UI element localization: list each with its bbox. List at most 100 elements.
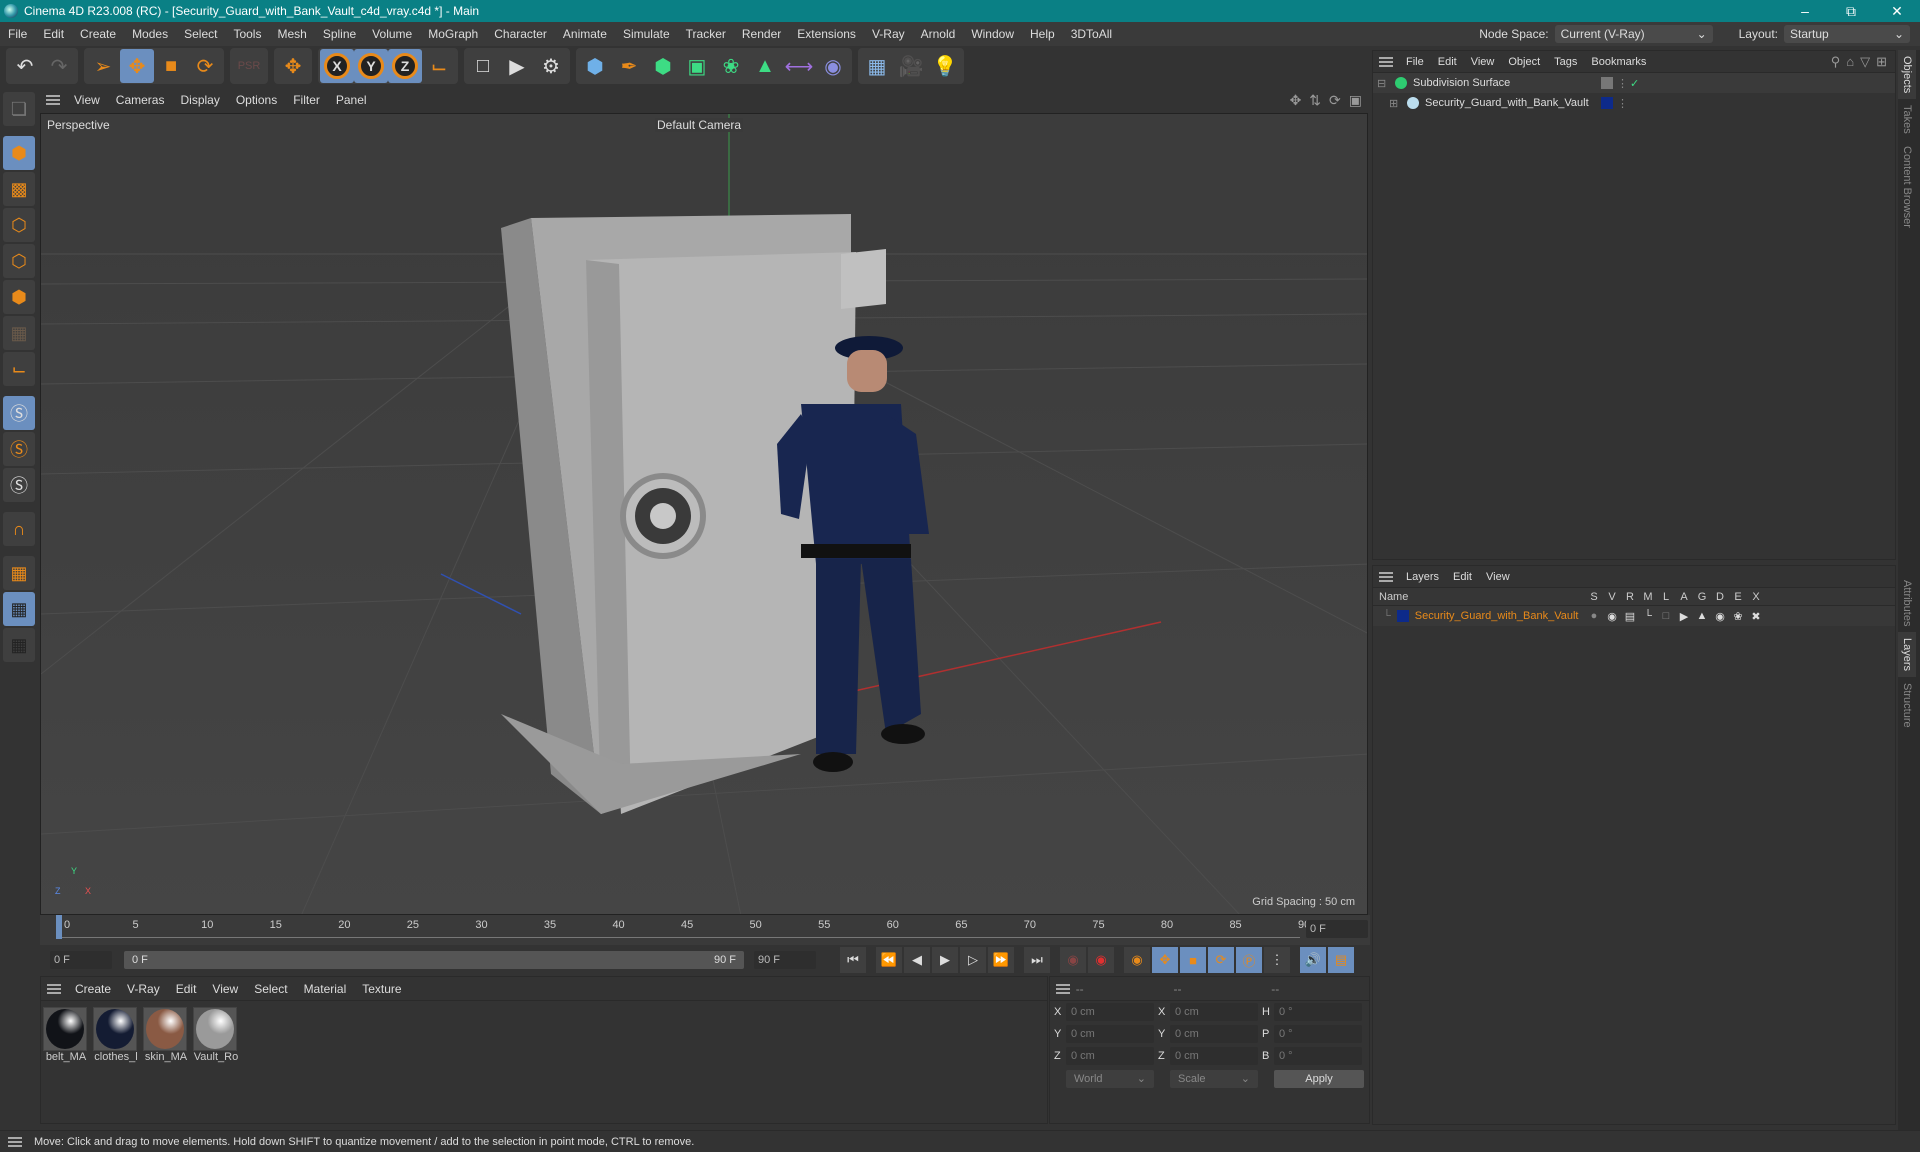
world-axis-icon[interactable]: ✥ (276, 49, 310, 83)
rotation-field[interactable]: 0 ° (1274, 1025, 1362, 1043)
select-tool-icon[interactable]: ➢ (86, 49, 120, 83)
size-field[interactable]: 0 cm (1170, 1047, 1258, 1065)
expression-icon[interactable]: ❀ (1729, 610, 1747, 623)
restore-button[interactable]: ⧉ (1828, 0, 1874, 22)
column-deformers[interactable]: D (1711, 591, 1729, 603)
psr-icon[interactable]: PSR (232, 49, 266, 83)
play-icon[interactable]: ▶ (932, 947, 958, 973)
material-menu-vray[interactable]: V-Ray (119, 982, 168, 996)
column-xref[interactable]: X (1747, 591, 1765, 603)
sound-icon[interactable]: 🔊 (1300, 947, 1326, 973)
menu-3dtoall[interactable]: 3DToAll (1063, 27, 1120, 41)
deformer-icon[interactable]: ◉ (1711, 610, 1729, 623)
visibility-dots-icon[interactable]: ⋮ (1617, 77, 1628, 90)
field-icon[interactable]: ◉ (816, 49, 850, 83)
visibility-dots-icon[interactable]: ⋮ (1617, 97, 1628, 110)
material-menu-create[interactable]: Create (67, 982, 119, 996)
uv-mode-icon[interactable]: ▦ (3, 316, 35, 350)
column-generators[interactable]: G (1693, 591, 1711, 603)
layer-name[interactable]: Security_Guard_with_Bank_Vault (1415, 610, 1579, 622)
tab-objects[interactable]: Objects (1898, 50, 1916, 100)
material-menu-material[interactable]: Material (296, 982, 355, 996)
render-view-icon[interactable]: □ (466, 49, 500, 83)
material-swatch[interactable]: Vault_Ro (193, 1007, 239, 1063)
object-row[interactable]: ⊞ Security_Guard_with_Bank_Vault ⋮ (1373, 93, 1895, 113)
end-frame-field[interactable]: 90 F (754, 951, 816, 969)
column-name[interactable]: Name (1373, 591, 1408, 603)
edges-mode-icon[interactable]: ⬡ (3, 244, 35, 278)
key-selection-icon[interactable]: ◉ (1124, 947, 1150, 973)
array-icon[interactable]: ▲ (748, 49, 782, 83)
extrude-icon[interactable]: ▣ (680, 49, 714, 83)
go-to-end-icon[interactable]: ⏭ (1024, 947, 1050, 973)
menu-mograph[interactable]: MoGraph (420, 27, 486, 41)
layer-row[interactable]: └ Security_Guard_with_Bank_Vault ● ◉ ▤ └… (1373, 606, 1895, 626)
camera-icon[interactable]: 🎥 (894, 49, 928, 83)
position-field[interactable]: 0 cm (1066, 1003, 1154, 1021)
tab-attributes[interactable]: Attributes (1898, 574, 1916, 632)
snap-icon[interactable]: Ⓢ (3, 396, 35, 430)
menu-simulate[interactable]: Simulate (615, 27, 678, 41)
filter-icon[interactable]: ▽ (1860, 54, 1870, 70)
menu-edit[interactable]: Edit (35, 27, 72, 41)
mograph-cloner-icon[interactable]: ❀ (714, 49, 748, 83)
menu-render[interactable]: Render (734, 27, 789, 41)
timeline-ruler[interactable]: 0 5 10 15 20 25 30 35 40 45 50 55 60 65 70 75 80 85 90 0 F (40, 915, 1370, 945)
rotation-field[interactable]: 0 ° (1274, 1047, 1362, 1065)
hamburger-icon[interactable] (47, 983, 61, 994)
material-swatch[interactable]: belt_MA (43, 1007, 89, 1063)
column-locked[interactable]: L (1657, 591, 1675, 603)
points-mode-icon[interactable]: ⬡ (3, 208, 35, 242)
workplane-icon[interactable]: ▦ (3, 556, 35, 590)
new-view-icon[interactable]: ⊞ (1876, 54, 1887, 70)
node-space-select[interactable]: Current (V-Ray) ⌄ (1554, 25, 1713, 43)
locked-workplane-icon[interactable]: ▦ (3, 592, 35, 626)
preview-range-slider[interactable]: 0 F 90 F (124, 951, 744, 969)
column-expressions[interactable]: E (1729, 591, 1747, 603)
cube-icon[interactable]: ⬢ (578, 49, 612, 83)
object-name[interactable]: Security_Guard_with_Bank_Vault (1425, 97, 1593, 109)
material-swatch[interactable]: skin_MA (143, 1007, 189, 1063)
record-keys-icon[interactable]: ◉ (1060, 947, 1086, 973)
material-menu-edit[interactable]: Edit (168, 982, 205, 996)
snap-settings-icon[interactable]: Ⓢ (3, 432, 35, 466)
search-icon[interactable]: ⚲ (1831, 54, 1841, 70)
hamburger-icon[interactable] (1379, 56, 1393, 67)
current-frame-field[interactable]: 0 F (1306, 920, 1368, 938)
tab-takes[interactable]: Takes (1898, 99, 1916, 140)
menu-window[interactable]: Window (963, 27, 1022, 41)
menu-tools[interactable]: Tools (225, 27, 269, 41)
viewport-menu-view[interactable]: View (66, 93, 108, 107)
apply-button[interactable]: Apply (1274, 1070, 1364, 1088)
manager-icon[interactable]: └ (1639, 610, 1657, 623)
collapse-icon[interactable]: ⊟ (1377, 77, 1389, 90)
deformer-icon[interactable]: ⟷ (782, 49, 816, 83)
position-field[interactable]: 0 cm (1066, 1047, 1154, 1065)
redo-icon[interactable]: ↷ (42, 49, 76, 83)
x-axis-lock-icon[interactable]: X (320, 49, 354, 83)
key-position-icon[interactable]: ✥ (1152, 947, 1178, 973)
hamburger-icon[interactable] (1379, 571, 1393, 582)
menu-vray[interactable]: V-Ray (864, 27, 913, 41)
render-settings-icon[interactable]: ⚙ (534, 49, 568, 83)
light-icon[interactable]: 💡 (928, 49, 962, 83)
dolly-icon[interactable]: ⇅ (1309, 92, 1321, 109)
menu-spline[interactable]: Spline (315, 27, 364, 41)
active-camera-label[interactable]: Default Camera (655, 118, 744, 132)
move-tool-icon[interactable]: ✥ (120, 49, 154, 83)
layer-color-swatch[interactable] (1396, 610, 1409, 622)
previous-frame-icon[interactable]: ◀ (904, 947, 930, 973)
next-frame-icon[interactable]: ▷ (960, 947, 986, 973)
hamburger-icon[interactable] (1056, 983, 1070, 994)
3d-viewport[interactable]: Perspective Default Camera Grid Spacing … (40, 113, 1368, 915)
rotation-field[interactable]: 0 ° (1274, 1003, 1362, 1021)
layer-menu-view[interactable]: View (1479, 571, 1517, 583)
object-menu-tags[interactable]: Tags (1547, 56, 1584, 68)
object-name[interactable]: Subdivision Surface (1413, 77, 1593, 89)
menu-character[interactable]: Character (486, 27, 555, 41)
object-menu-object[interactable]: Object (1501, 56, 1547, 68)
hamburger-icon[interactable] (8, 1136, 22, 1147)
key-rotation-icon[interactable]: ⟳ (1208, 947, 1234, 973)
model-mode-icon[interactable]: ⬢ (3, 136, 35, 170)
close-button[interactable]: ✕ (1874, 0, 1920, 22)
